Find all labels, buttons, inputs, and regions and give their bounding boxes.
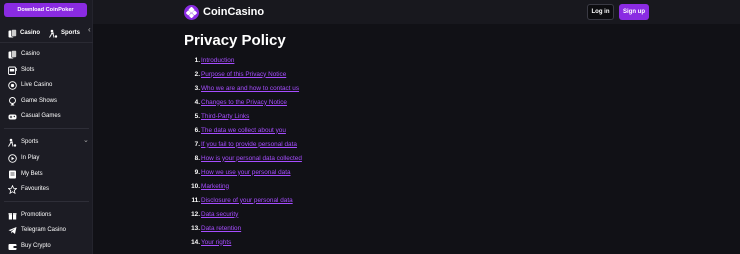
cards-icon [8,49,17,59]
list-item: 5. Third-Party Links [184,111,250,121]
list-number: 13. [191,224,200,232]
toc-link-your-rights[interactable]: Your rights [201,239,231,246]
sidebar-item-live-casino[interactable]: Live Casino [8,79,52,91]
sidebar-item-label: In Play [21,155,40,161]
chevron-left-icon[interactable]: ‹ [88,25,91,35]
list-number: 1. [194,56,200,64]
play-icon [8,153,17,163]
sports-icon [49,29,58,38]
toc-link-how-collected[interactable]: How is your personal data collected [201,155,302,162]
tab-casino[interactable]: Casino [8,27,40,39]
sidebar-item-label: Slots [21,67,35,73]
casual-games-icon [8,112,17,121]
list-number: 2. [194,70,200,78]
toc-link-disclosure[interactable]: Disclosure of your personal data [201,197,293,204]
sidebar-item-label: Buy Crypto [21,243,51,249]
toc-link-marketing[interactable]: Marketing [201,183,229,190]
tab-sports[interactable]: Sports [49,27,80,39]
list-item: 3. Who we are and how to contact us [184,83,299,93]
toc-link-data-retention[interactable]: Data retention [201,225,241,232]
top-header: CoinCasino Log in Sign up [93,0,740,24]
toc-link-who-we-are[interactable]: Who we are and how to contact us [201,85,299,92]
sidebar-item-in-play[interactable]: In Play [8,152,39,164]
list-number: 10. [191,182,200,190]
list-number: 3. [194,84,200,92]
star-icon [7,184,18,194]
sidebar-item-telegram-casino[interactable]: Telegram Casino [8,224,66,236]
sidebar-item-label: Live Casino [21,82,53,88]
list-number: 12. [191,210,200,218]
sidebar: Download CoinPoker Casino Sports ‹ Casin… [0,0,93,254]
gift-icon [8,211,17,220]
toc-link-introduction[interactable]: Introduction [201,57,234,64]
list-number: 14. [191,238,200,246]
toc-link-third-party[interactable]: Third-Party Links [201,113,249,120]
list-item: 12. Data security [184,209,238,219]
list-number: 4. [194,98,200,106]
list-item: 8. How is your personal data collected [184,153,302,163]
mode-tabs: Casino Sports [0,23,93,43]
sidebar-item-slots[interactable]: Slots [8,64,34,76]
list-item: 14. Your rights [184,237,231,247]
list-number: 6. [194,126,200,134]
telegram-icon [8,226,17,235]
sidebar-item-label: Casino [21,51,40,57]
toc-link-data-we-collect[interactable]: The data we collect about you [201,127,286,134]
sidebar-item-casual-games[interactable]: Casual Games [8,110,61,122]
page-title: Privacy Policy [184,32,286,49]
live-casino-icon [8,80,17,90]
brand-logo[interactable]: CoinCasino [184,4,264,20]
list-item: 2. Purpose of this Privacy Notice [184,69,287,79]
list-item: 9. How we use your personal data [184,167,291,177]
coincasino-logo-icon [184,4,199,20]
game-shows-icon [8,96,17,106]
sports-icon [8,138,17,147]
tab-casino-label: Casino [20,30,41,36]
sidebar-item-label: Casual Games [21,113,61,119]
cards-icon [8,28,17,38]
sidebar-item-game-shows[interactable]: Game Shows [8,95,57,107]
tab-sports-label: Sports [61,30,81,36]
list-item: 1. Introduction [184,55,235,65]
bets-icon [8,170,17,179]
list-number: 5. [194,112,200,120]
chevron-down-icon[interactable]: ⌄ [83,136,89,144]
toc-link-data-security[interactable]: Data security [201,211,238,218]
toc-link-purpose[interactable]: Purpose of this Privacy Notice [201,71,286,78]
toc-link-fail-to-provide[interactable]: If you fail to provide personal data [201,141,297,148]
signup-button[interactable]: Sign up [619,4,649,20]
brand-name: CoinCasino [203,6,265,18]
toc-link-changes[interactable]: Changes to the Privacy Notice [201,99,287,106]
sidebar-item-buy-crypto[interactable]: Buy Crypto [8,240,51,252]
sidebar-item-label: Game Shows [21,98,58,104]
list-item: 6. The data we collect about you [184,125,286,135]
list-number: 9. [194,168,200,176]
sidebar-item-sports[interactable]: Sports [8,136,38,148]
sidebar-item-promotions[interactable]: Promotions [8,209,51,221]
list-number: 7. [194,140,200,148]
sidebar-item-my-bets[interactable]: My Bets [8,168,43,180]
sidebar-item-label: Promotions [21,212,52,218]
sidebar-item-favourites[interactable]: Favourites [7,183,50,195]
list-item: 10. Marketing [184,181,229,191]
sidebar-item-label: Sports [21,139,39,145]
list-number: 11. [191,196,200,204]
list-item: 4. Changes to the Privacy Notice [184,97,287,107]
sidebar-item-label: Telegram Casino [21,227,67,233]
sidebar-item-label: My Bets [21,171,43,177]
slot-machine-icon [8,66,17,75]
divider [4,128,89,129]
list-item: 11. Disclosure of your personal data [184,195,293,205]
sidebar-item-label: Favourites [21,186,50,192]
toc-link-how-we-use[interactable]: How we use your personal data [201,169,291,176]
divider [4,201,89,202]
wallet-icon [8,242,17,251]
sidebar-item-casino[interactable]: Casino [8,48,40,60]
list-item: 7. If you fail to provide personal data [184,139,297,149]
download-coinpoker-button[interactable]: Download CoinPoker [4,3,87,17]
login-button[interactable]: Log in [587,4,614,20]
list-item: 13. Data retention [184,223,241,233]
list-number: 8. [194,154,200,162]
